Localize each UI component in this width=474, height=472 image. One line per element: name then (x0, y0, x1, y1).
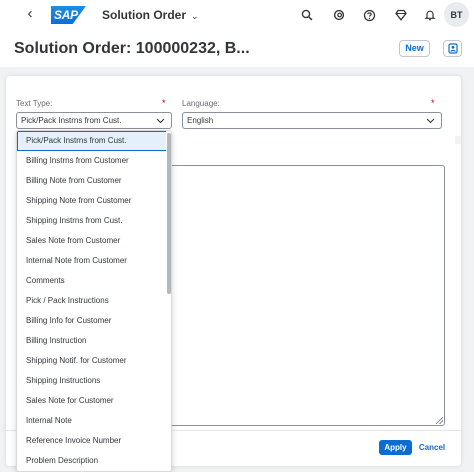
dropdown-item[interactable]: Billing Info for Customer (17, 311, 167, 331)
language-select[interactable]: English (182, 112, 442, 129)
chevron-down-icon (426, 113, 435, 133)
dropdown-item[interactable]: Sales Note for Customer (17, 391, 167, 411)
language-selected-value: English (187, 116, 214, 125)
dropdown-item[interactable]: Reference Invoice Number (17, 431, 167, 451)
search-icon[interactable] (298, 6, 316, 24)
dropdown-item[interactable]: Billing Note from Customer (17, 171, 167, 191)
language-required-marker: * (431, 98, 435, 108)
share-icon (447, 43, 458, 54)
text-type-label: Text Type: (16, 99, 53, 108)
joule-copilot-icon[interactable] (330, 6, 348, 24)
text-type-dropdown-list: Pick/Pack Instrns from Cust. Billing Ins… (16, 130, 172, 472)
dropdown-scrollbar[interactable] (166, 131, 171, 471)
app-title-text: Solution Order (102, 8, 186, 22)
dropdown-item[interactable]: Sales Note from Customer (17, 231, 167, 251)
dropdown-item[interactable]: Comments (17, 271, 167, 291)
back-icon[interactable]: ‹ (23, 6, 37, 22)
resize-grip-icon[interactable] (436, 417, 443, 424)
dropdown-item[interactable]: Internal Note from Customer (17, 251, 167, 271)
dropdown-item[interactable]: Shipping Notif. for Customer (17, 351, 167, 371)
text-type-select[interactable]: Pick/Pack Instrns from Cust. (16, 112, 172, 129)
cancel-button[interactable]: Cancel (417, 440, 447, 455)
text-type-selected-value: Pick/Pack Instrns from Cust. (21, 116, 122, 125)
app-title-menu[interactable]: Solution Order ⌄ (102, 7, 199, 23)
dropdown-item[interactable]: Shipping Note from Customer (17, 191, 167, 211)
apply-button[interactable]: Apply (379, 440, 412, 455)
shell-bar: ‹ SAP Solution Order ⌄ BT (0, 0, 474, 30)
dropdown-item[interactable]: Shipping Instrns from Cust. (17, 211, 167, 231)
user-avatar[interactable]: BT (444, 2, 469, 27)
sap-logo[interactable]: SAP (51, 6, 86, 24)
notifications-bell-icon[interactable] (421, 6, 439, 24)
dropdown-item[interactable]: Billing Instrns from Customer (17, 151, 167, 171)
share-button[interactable] (443, 40, 462, 57)
new-button[interactable]: New (399, 40, 430, 57)
text-type-required-marker: * (162, 98, 166, 108)
dropdown-item[interactable]: Billing Instruction (17, 331, 167, 351)
page-title: Solution Order: 100000232, B... (14, 40, 250, 57)
text-input-area[interactable] (167, 165, 445, 426)
dropdown-item[interactable]: Pick / Pack Instructions (17, 291, 167, 311)
dropdown-item[interactable]: Internal Note (17, 411, 167, 431)
background-edge (455, 136, 461, 144)
help-icon[interactable] (360, 6, 378, 24)
language-label: Language: (182, 99, 220, 108)
dropdown-item[interactable]: Shipping Instructions (17, 371, 167, 391)
scrollbar-thumb[interactable] (167, 133, 171, 294)
chevron-down-icon: ⌄ (191, 11, 199, 21)
dropdown-item[interactable]: Pick/Pack Instrns from Cust. (17, 131, 167, 151)
dropdown-item[interactable]: Problem Description (17, 451, 167, 471)
whats-new-diamond-icon[interactable] (392, 6, 410, 24)
